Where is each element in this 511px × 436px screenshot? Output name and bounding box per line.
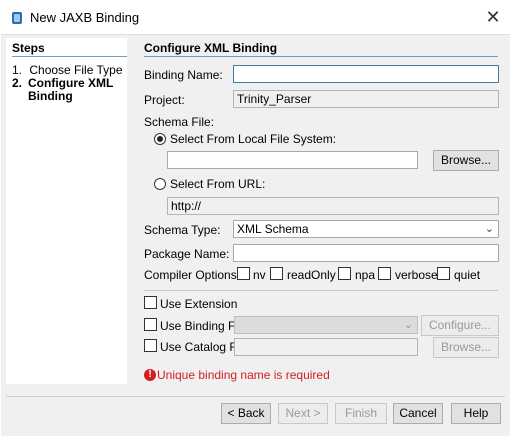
option-readonly-label[interactable]: readOnly bbox=[287, 268, 336, 282]
finish-button[interactable]: Finish bbox=[335, 403, 387, 424]
binding-file-select[interactable]: ⌄ bbox=[234, 316, 418, 334]
option-quiet-label[interactable]: quiet bbox=[454, 268, 480, 282]
browse-catalog-button[interactable]: Browse... bbox=[433, 337, 499, 358]
option-npa-checkbox[interactable] bbox=[338, 267, 351, 280]
error-message: Unique binding name is required bbox=[157, 368, 330, 382]
package-name-input[interactable] bbox=[233, 244, 499, 262]
use-extension-checkbox[interactable] bbox=[144, 296, 157, 309]
option-readonly-checkbox[interactable] bbox=[270, 267, 283, 280]
window-title: New JAXB Binding bbox=[30, 10, 140, 25]
option-verbose-label[interactable]: verbose bbox=[395, 268, 438, 282]
step-number: 1. bbox=[12, 63, 23, 77]
use-extension-label[interactable]: Use Extension bbox=[160, 297, 237, 311]
schema-type-value: XML Schema bbox=[237, 222, 309, 236]
url-radio[interactable] bbox=[154, 178, 166, 190]
steps-title: Steps bbox=[12, 41, 45, 55]
binding-name-input[interactable] bbox=[233, 65, 499, 83]
configure-button[interactable]: Configure... bbox=[421, 315, 499, 336]
footer-divider bbox=[6, 396, 505, 397]
option-quiet-checkbox[interactable] bbox=[437, 267, 450, 280]
schema-file-label: Schema File: bbox=[144, 115, 215, 129]
project-field: Trinity_Parser bbox=[233, 90, 499, 108]
url-label[interactable]: Select From URL: bbox=[170, 177, 265, 191]
step-number: 2. bbox=[12, 76, 23, 90]
compiler-options-label: Compiler Options: bbox=[144, 268, 241, 282]
help-button[interactable]: Help bbox=[451, 403, 501, 424]
options-separator bbox=[144, 290, 498, 291]
url-input: http:// bbox=[167, 197, 499, 215]
panel-title: Configure XML Binding bbox=[144, 41, 278, 55]
cancel-button[interactable]: Cancel bbox=[393, 403, 443, 424]
chevron-down-icon: ⌄ bbox=[403, 319, 413, 331]
option-nv-checkbox[interactable] bbox=[237, 267, 250, 280]
use-catalog-file-checkbox[interactable] bbox=[144, 339, 157, 352]
steps-divider bbox=[12, 56, 127, 57]
step-label: Configure XML Binding bbox=[28, 76, 114, 103]
schema-type-label: Schema Type: bbox=[144, 223, 221, 237]
close-icon[interactable]: ✕ bbox=[484, 8, 502, 26]
package-name-label: Package Name: bbox=[144, 247, 230, 261]
chevron-down-icon: ⌄ bbox=[484, 223, 494, 235]
catalog-file-input[interactable] bbox=[234, 338, 418, 356]
coffee-cup-icon bbox=[9, 10, 25, 26]
local-file-path-input[interactable] bbox=[167, 151, 418, 169]
option-nv-label[interactable]: nv bbox=[253, 268, 266, 282]
back-button[interactable]: < Back bbox=[221, 403, 271, 424]
next-button[interactable]: Next > bbox=[278, 403, 328, 424]
schema-type-select[interactable]: XML Schema ⌄ bbox=[233, 220, 499, 238]
option-verbose-checkbox[interactable] bbox=[378, 267, 391, 280]
error-icon: ! bbox=[144, 369, 156, 381]
browse-local-button[interactable]: Browse... bbox=[433, 150, 499, 171]
option-npa-label[interactable]: npa bbox=[355, 268, 375, 282]
project-label: Project: bbox=[144, 93, 185, 107]
local-file-system-label[interactable]: Select From Local File System: bbox=[170, 132, 336, 146]
use-binding-file-checkbox[interactable] bbox=[144, 318, 157, 331]
step-label: Choose File Type bbox=[29, 63, 123, 77]
local-file-system-radio[interactable] bbox=[154, 133, 166, 145]
binding-name-label: Binding Name: bbox=[144, 68, 223, 82]
panel-divider bbox=[144, 56, 498, 57]
step-choose-file-type: 1. Choose File Type bbox=[12, 63, 123, 77]
